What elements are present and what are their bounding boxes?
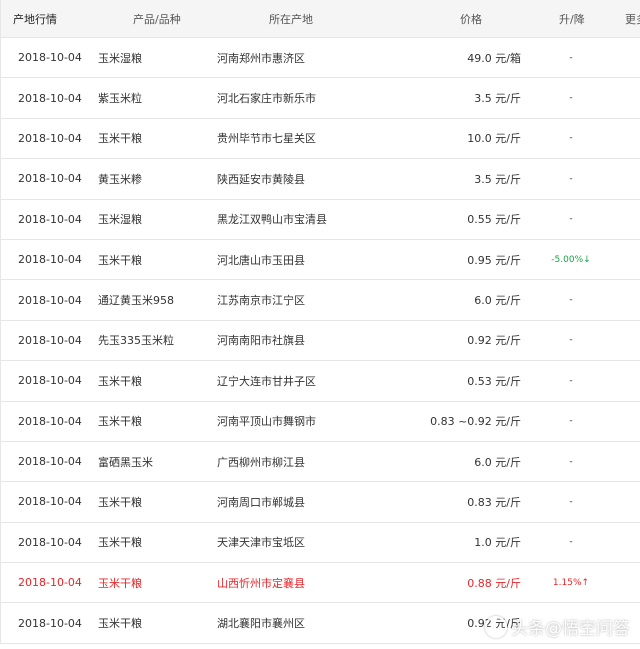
row-location: 天津天津市宝坻区	[217, 536, 305, 550]
row-location: 江苏南京市江宁区	[217, 294, 305, 308]
row-change: -	[569, 93, 573, 104]
row-price: 6.0 元/斤	[474, 455, 521, 469]
row-date: 2018-10-04	[18, 616, 82, 630]
row-location: 广西柳州市柳江县	[217, 455, 305, 469]
row-product-link[interactable]: 玉米干粮	[98, 603, 142, 642]
row-product-link[interactable]: 玉米干粮	[98, 240, 142, 279]
row-date: 2018-10-04	[18, 253, 82, 267]
row-change: -	[569, 335, 573, 346]
header-change: 升/降	[559, 12, 585, 26]
row-price: 0.95 元/斤	[467, 253, 521, 267]
row-product-link[interactable]: 玉米干粮	[98, 523, 142, 562]
row-date: 2018-10-04	[18, 212, 82, 226]
table-row[interactable]: 2018-10-04 通辽黄玉米958 江苏南京市江宁区 6.0 元/斤 -	[0, 280, 640, 321]
row-date: 2018-10-04	[18, 576, 82, 590]
row-change: -	[569, 496, 573, 507]
row-date: 2018-10-04	[18, 91, 82, 105]
row-location: 辽宁大连市甘井子区	[217, 374, 316, 388]
more-link[interactable]: 更多	[625, 0, 640, 37]
table-row[interactable]: 2018-10-04 玉米湿粮 河南郑州市惠济区 49.0 元/箱 -	[0, 38, 640, 79]
table-row[interactable]: 2018-10-04 玉米干粮 贵州毕节市七星关区 10.0 元/斤 -	[0, 118, 640, 160]
row-product-link[interactable]: 玉米干粮	[98, 119, 142, 158]
table-row[interactable]: 2018-10-04 先玉335玉米粒 河南南阳市社旗县 0.92 元/斤 -	[0, 320, 640, 362]
table-row[interactable]: 2018-10-04 富硒黑玉米 广西柳州市柳江县 6.0 元/斤 -	[0, 441, 640, 483]
row-location: 河南南阳市社旗县	[217, 334, 305, 348]
row-date: 2018-10-04	[18, 495, 82, 509]
header-product: 产品/品种	[133, 12, 181, 26]
table-row[interactable]: 2018-10-04 玉米干粮 河南平顶山市舞钢市 0.83 ~0.92 元/斤 -	[0, 401, 640, 442]
row-location: 湖北襄阳市襄州区	[217, 617, 305, 631]
row-change: -5.00%↓	[551, 254, 591, 265]
row-date: 2018-10-04	[18, 535, 82, 549]
row-product-link[interactable]: 先玉335玉米粒	[98, 321, 174, 360]
row-price: 49.0 元/箱	[467, 51, 521, 65]
row-change: -	[569, 214, 573, 225]
row-date: 2018-10-04	[18, 455, 82, 469]
row-location: 河南平顶山市舞钢市	[217, 415, 316, 429]
header-market: 产地行情	[13, 12, 57, 26]
table-row[interactable]: 2018-10-04 玉米干粮 辽宁大连市甘井子区 0.53 元/斤 -	[0, 361, 640, 402]
table-row[interactable]: 2018-10-04 黄玉米糁 陕西延安市黄陵县 3.5 元/斤 -	[0, 159, 640, 200]
row-product-link[interactable]: 富硒黑玉米	[98, 442, 153, 481]
row-price: 0.83 ~0.92 元/斤	[430, 415, 521, 429]
row-product-link[interactable]: 玉米干粮	[98, 361, 142, 400]
row-price: 0.92 元/斤	[467, 334, 521, 348]
header-location: 所在产地	[269, 12, 313, 26]
watermark-text: 头条@悟空问答	[511, 619, 630, 639]
row-change: -	[569, 173, 573, 184]
row-date: 2018-10-04	[18, 333, 82, 347]
row-price: 6.0 元/斤	[474, 294, 521, 308]
row-change: 1.15%↑	[552, 577, 590, 588]
row-date: 2018-10-04	[18, 172, 82, 186]
header-price: 价格	[460, 12, 482, 26]
row-location: 黑龙江双鸭山市宝清县	[217, 213, 327, 227]
row-location: 贵州毕节市七星关区	[217, 132, 316, 146]
row-price: 0.83 元/斤	[467, 495, 521, 509]
row-location: 河北唐山市玉田县	[217, 253, 305, 267]
row-location: 山西忻州市定襄县	[217, 576, 305, 590]
row-change: -	[569, 537, 573, 548]
row-change: -	[569, 375, 573, 386]
row-product-link[interactable]: 玉米湿粮	[98, 200, 142, 239]
row-price: 0.53 元/斤	[467, 374, 521, 388]
row-price: 0.55 元/斤	[467, 213, 521, 227]
row-change: -	[569, 133, 573, 144]
row-product-link[interactable]: 通辽黄玉米958	[98, 280, 174, 319]
row-change: -	[569, 295, 573, 306]
watermark-logo-icon	[485, 615, 507, 638]
row-date: 2018-10-04	[18, 293, 82, 307]
row-change: -	[569, 52, 573, 63]
row-product-link[interactable]: 玉米干粮	[98, 563, 142, 602]
table-row[interactable]: 2018-10-04 紫玉米粒 河北石家庄市新乐市 3.5 元/斤 -	[0, 78, 640, 119]
row-location: 河南周口市郸城县	[217, 495, 305, 509]
market-price-table: 产地行情 产品/品种 所在产地 价格 升/降 更多 2018-10-04 玉米湿粮…	[0, 0, 640, 644]
row-location: 河北石家庄市新乐市	[217, 92, 316, 106]
table-row[interactable]: 2018-10-04 玉米干粮 天津天津市宝坻区 1.0 元/斤 -	[0, 522, 640, 564]
row-product-link[interactable]: 玉米干粮	[98, 482, 142, 521]
row-product-link[interactable]: 紫玉米粒	[98, 78, 142, 117]
watermark: 头条@悟空问答	[485, 614, 630, 639]
row-price: 0.88 元/斤	[467, 576, 521, 590]
row-change: -	[569, 456, 573, 467]
row-date: 2018-10-04	[18, 414, 82, 428]
row-product-link[interactable]: 玉米干粮	[98, 402, 142, 441]
row-change: -	[569, 416, 573, 427]
row-date: 2018-10-04	[18, 131, 82, 145]
table-row[interactable]: 2018-10-04 玉米干粮 河南周口市郸城县 0.83 元/斤 -	[0, 482, 640, 523]
row-price: 3.5 元/斤	[474, 172, 521, 186]
row-date: 2018-10-04	[18, 51, 82, 65]
row-location: 河南郑州市惠济区	[217, 51, 305, 65]
table-row[interactable]: 2018-10-04 玉米干粮 河北唐山市玉田县 0.95 元/斤 -5.00%↓	[0, 239, 640, 281]
row-product-link[interactable]: 玉米湿粮	[98, 38, 142, 77]
row-date: 2018-10-04	[18, 374, 82, 388]
table-row[interactable]: 2018-10-04 玉米干粮 山西忻州市定襄县 0.88 元/斤 1.15%↑	[0, 563, 640, 604]
row-product-link[interactable]: 黄玉米糁	[98, 159, 142, 198]
row-price: 3.5 元/斤	[474, 92, 521, 106]
row-price: 1.0 元/斤	[474, 536, 521, 550]
table-header: 产地行情 产品/品种 所在产地 价格 升/降 更多	[0, 0, 640, 38]
row-price: 10.0 元/斤	[467, 132, 521, 146]
row-location: 陕西延安市黄陵县	[217, 172, 305, 186]
table-body: 2018-10-04 玉米湿粮 河南郑州市惠济区 49.0 元/箱 -2018-10-0…	[0, 38, 640, 644]
table-row[interactable]: 2018-10-04 玉米湿粮 黑龙江双鸭山市宝清县 0.55 元/斤 -	[0, 199, 640, 240]
